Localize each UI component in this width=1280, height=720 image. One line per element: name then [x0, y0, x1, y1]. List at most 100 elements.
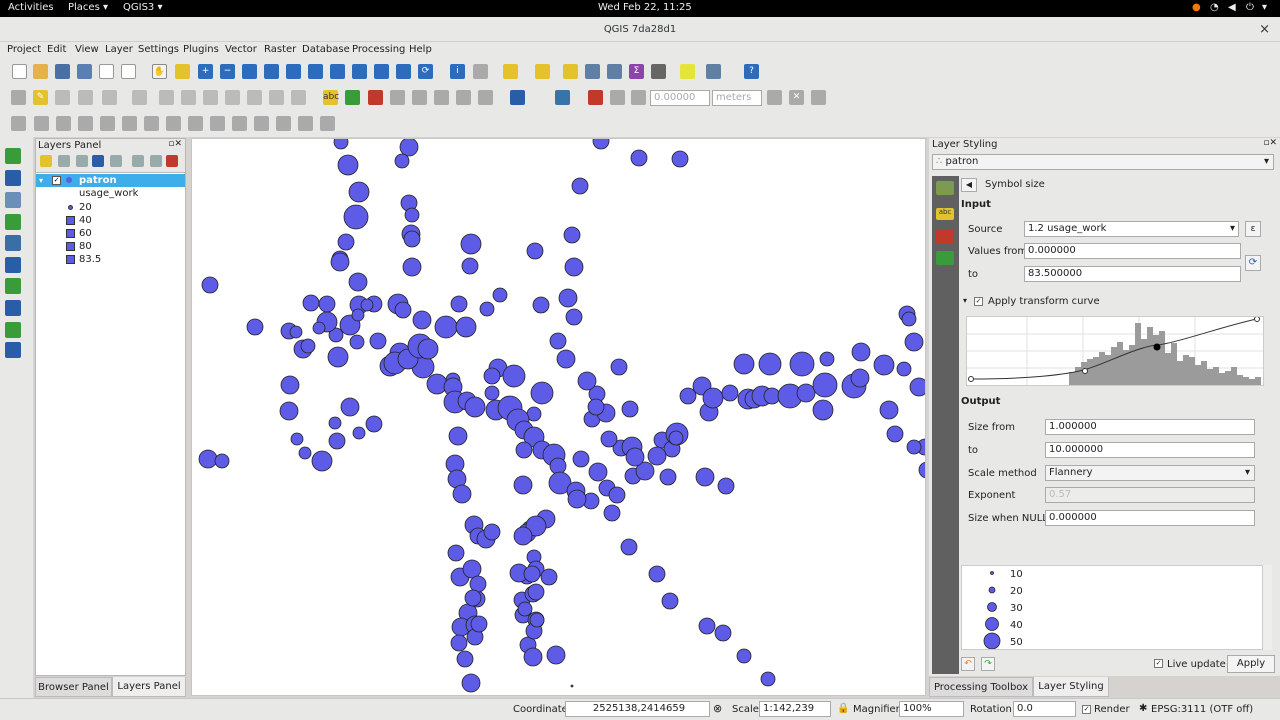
coordinate-input[interactable]: 2525138,2414659 [565, 701, 710, 717]
zoom-layer-icon[interactable] [308, 64, 323, 79]
paste-icon[interactable] [247, 90, 262, 105]
tab-browser-panel[interactable]: Browser Panel [35, 677, 112, 697]
move-label-icon[interactable] [390, 90, 405, 105]
rotation-input[interactable]: 0.0 [1013, 701, 1076, 717]
live-update-checkbox[interactable]: ✓ [1154, 659, 1163, 668]
size-preview-list[interactable]: 10 20 30 40 50 [961, 565, 1263, 650]
add-ring-icon[interactable] [34, 116, 49, 131]
delete-part-icon[interactable] [122, 116, 137, 131]
copy-icon[interactable] [225, 90, 240, 105]
coordinate-toggle-icon[interactable]: ⊗ [713, 702, 722, 715]
toggle-editing-icon[interactable]: ✎ [33, 90, 48, 105]
add-gpx-icon[interactable] [5, 322, 21, 338]
new-project-icon[interactable] [12, 64, 27, 79]
layer-select[interactable]: ∴ patron ▾ [932, 154, 1274, 170]
zoom-out-icon[interactable]: − [220, 64, 235, 79]
undo-icon[interactable]: ↶ [961, 657, 975, 671]
app-menu[interactable]: QGIS3 ▾ [123, 2, 162, 13]
merge-attributes-icon[interactable] [254, 116, 269, 131]
scale-combo[interactable]: 1:142,239 [759, 701, 831, 717]
rotate-symbols-icon[interactable] [276, 116, 291, 131]
select-features-icon[interactable] [503, 64, 518, 79]
refresh-icon[interactable]: ⟳ [418, 64, 433, 79]
transform-curve-editor[interactable] [966, 316, 1264, 386]
close-panel-icon[interactable]: ▫✕ [1263, 138, 1277, 148]
menu-settings[interactable]: Settings [138, 44, 179, 55]
exponent-input[interactable]: 0.57 [1045, 487, 1255, 503]
bookmark-icon[interactable] [396, 64, 411, 79]
places-menu[interactable]: Places ▾ [68, 2, 108, 13]
map-tips-icon[interactable] [680, 64, 695, 79]
collapse-all-icon[interactable] [150, 155, 162, 167]
filter-legend-icon[interactable] [92, 155, 104, 167]
add-feature-icon[interactable] [78, 90, 93, 105]
reshape-icon[interactable] [144, 116, 159, 131]
identify-icon[interactable]: i [450, 64, 465, 79]
crs-icon[interactable]: ✱ [1139, 703, 1147, 714]
curve-plot[interactable] [967, 316, 1263, 385]
undo-icon[interactable] [269, 90, 284, 105]
menu-processing[interactable]: Processing [352, 44, 405, 55]
symbology-icon[interactable] [936, 181, 954, 195]
python-console-icon[interactable] [555, 90, 570, 105]
back-button[interactable]: ◀ [961, 178, 977, 192]
open-project-icon[interactable] [33, 64, 48, 79]
size-to-input[interactable]: 10.000000 [1045, 442, 1255, 458]
pan-icon[interactable]: ✋ [152, 64, 167, 79]
snapping-icon[interactable] [588, 90, 603, 105]
manage-themes-icon[interactable] [76, 155, 88, 167]
zoom-last-icon[interactable] [330, 64, 345, 79]
zoom-next-icon[interactable] [352, 64, 367, 79]
add-delimited-text-icon[interactable] [5, 192, 21, 208]
pan-to-selection-icon[interactable] [175, 64, 190, 79]
statistics-icon[interactable]: Σ [629, 64, 644, 79]
select-by-value-icon[interactable] [535, 64, 550, 79]
move-feature-icon[interactable] [102, 90, 117, 105]
trace-icon[interactable] [767, 90, 782, 105]
menu-view[interactable]: View [75, 44, 99, 55]
diagram-icon[interactable] [456, 90, 471, 105]
action-icon[interactable] [473, 64, 488, 79]
trash-icon[interactable] [181, 90, 196, 105]
apply-curve-checkbox[interactable]: ✓ [974, 297, 983, 306]
intersection-icon[interactable] [811, 90, 826, 105]
chevron-down-icon[interactable]: ▾ [1262, 2, 1267, 13]
save-edits-icon[interactable] [55, 90, 70, 105]
layer-visibility-checkbox[interactable]: ✓ [52, 176, 61, 185]
close-window-button[interactable]: × [1259, 17, 1270, 42]
help-icon[interactable]: ? [744, 64, 759, 79]
history-icon[interactable] [936, 251, 954, 265]
add-group-icon[interactable] [58, 155, 70, 167]
add-wfs-icon[interactable] [5, 278, 21, 294]
menu-raster[interactable]: Raster [264, 44, 296, 55]
zoom-in-icon[interactable]: + [198, 64, 213, 79]
show-labels-icon[interactable] [368, 90, 383, 105]
collapse-arrow-icon[interactable]: ▾ [963, 296, 967, 305]
expand-all-icon[interactable] [132, 155, 144, 167]
cross-icon[interactable]: ✕ [789, 90, 804, 105]
apply-button[interactable]: Apply [1227, 655, 1275, 673]
annotation-icon[interactable] [706, 64, 721, 79]
values-from-input[interactable]: 0.000000 [1024, 243, 1241, 259]
menu-vector[interactable]: Vector [225, 44, 257, 55]
pin-labels-icon[interactable] [345, 90, 360, 105]
field-calculator-icon[interactable] [607, 64, 622, 79]
attribute-table-icon[interactable] [585, 64, 600, 79]
close-panel-icon[interactable]: ▫✕ [168, 139, 182, 149]
add-raster-layer-icon[interactable] [5, 170, 21, 186]
save-as-icon[interactable] [77, 64, 92, 79]
menu-plugins[interactable]: Plugins [183, 44, 219, 55]
expression-icon[interactable]: ε [1245, 221, 1261, 237]
zoom-native-icon[interactable] [242, 64, 257, 79]
clock[interactable]: Wed Feb 22, 11:25 [598, 2, 692, 13]
map-canvas[interactable] [191, 138, 926, 696]
filter-expression-icon[interactable] [110, 155, 122, 167]
redo-icon[interactable] [291, 90, 306, 105]
preview-scrollbar[interactable] [1263, 565, 1272, 650]
change-label-icon[interactable] [434, 90, 449, 105]
delete-ring-icon[interactable] [100, 116, 115, 131]
render-checkbox[interactable]: ✓ [1082, 705, 1091, 714]
menu-project[interactable]: Project [7, 44, 41, 55]
digitize-icon[interactable] [11, 116, 26, 131]
source-field-select[interactable]: 1.2 usage_work ▾ [1024, 221, 1239, 237]
